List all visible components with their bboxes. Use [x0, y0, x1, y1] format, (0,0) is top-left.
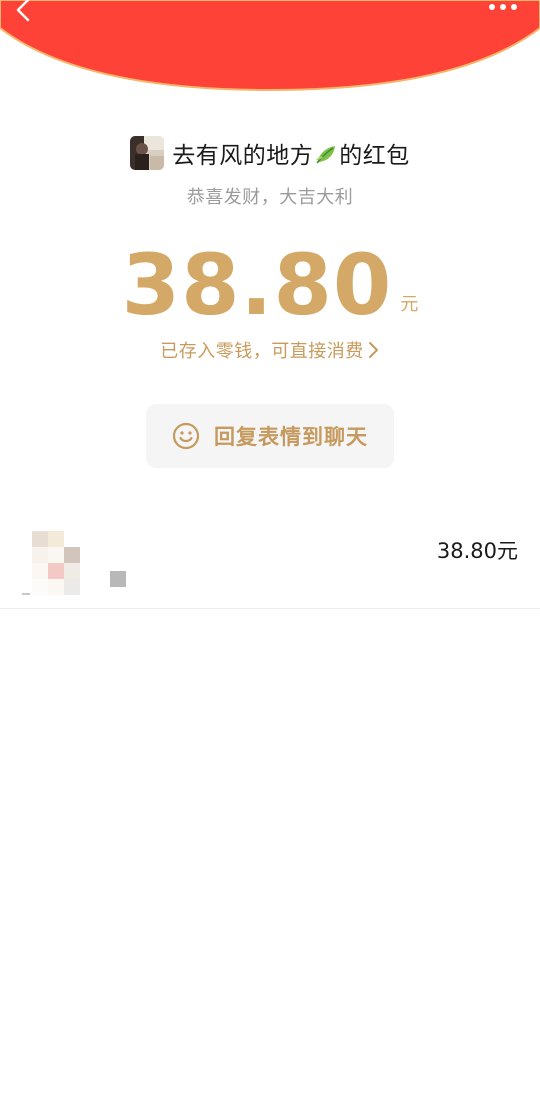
- smile-icon: [172, 422, 200, 450]
- saved-to-balance-link[interactable]: 已存入零钱，可直接消费: [0, 337, 540, 363]
- record-divider: [0, 608, 540, 609]
- chevron-left-icon: [16, 0, 30, 22]
- packet-title-row: 去有风的地方 的红包: [0, 135, 540, 171]
- more-button[interactable]: [484, 0, 524, 16]
- receiver-avatar: [22, 523, 82, 595]
- saved-to-balance-text: 已存入零钱，可直接消费: [160, 341, 364, 362]
- reply-sticker-label: 回复表情到聊天: [214, 425, 368, 449]
- leaf-icon: [316, 146, 336, 164]
- packet-title: 去有风的地方 的红包: [172, 136, 410, 170]
- receiver-name: [110, 571, 128, 587]
- more-dots-icon: [489, 4, 517, 10]
- red-packet-banner: [0, 0, 540, 100]
- packet-title-suffix: 的红包: [339, 143, 410, 169]
- sender-name: 去有风的地方: [172, 143, 314, 169]
- sender-avatar[interactable]: [130, 136, 165, 170]
- amount-row: 38.80 元: [0, 240, 540, 330]
- amount-unit: 元: [400, 294, 419, 315]
- back-button[interactable]: [10, 0, 40, 22]
- reply-sticker-button[interactable]: 回复表情到聊天: [146, 404, 394, 468]
- blessing-text: 恭喜发财，大吉大利: [186, 187, 354, 208]
- receiver-record[interactable]: 38.80元: [0, 515, 540, 609]
- packet-amount: 38.80: [121, 236, 393, 334]
- record-amount: 38.80元: [436, 539, 518, 563]
- chevron-right-icon: [368, 342, 378, 358]
